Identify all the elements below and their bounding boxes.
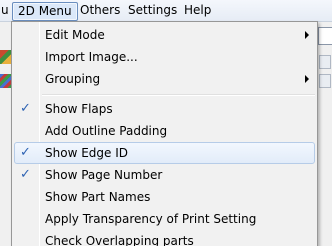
menu-bar: u 2D Menu Others Settings Help xyxy=(0,0,332,22)
paint-tool-icon[interactable] xyxy=(0,50,11,64)
menu-item-edit-mode[interactable]: Edit Mode xyxy=(14,24,315,46)
menu-2d-menu[interactable]: 2D Menu xyxy=(12,2,78,21)
menu-item-add-outline-padding[interactable]: Add Outline Padding xyxy=(14,120,315,142)
submenu-arrow-icon xyxy=(305,31,309,39)
color-swatch-icon[interactable] xyxy=(0,74,11,88)
menu-item-label: Add Outline Padding xyxy=(45,124,168,138)
menu-item-label: Show Page Number xyxy=(45,168,163,182)
menu-item-grouping[interactable]: Grouping xyxy=(14,68,315,90)
left-toolbar xyxy=(0,22,11,246)
menu-item-show-edge-id[interactable]: ✓ Show Edge ID xyxy=(14,142,315,164)
menu-item-show-flaps[interactable]: ✓ Show Flaps xyxy=(14,98,315,120)
menu-item-label: Edit Mode xyxy=(45,28,105,42)
2d-menu-dropdown: Edit Mode Import Image... Grouping ✓ Sho… xyxy=(11,21,318,246)
menu-help[interactable]: Help xyxy=(179,2,216,21)
right-toolbar xyxy=(318,22,332,246)
menu-item-show-part-names[interactable]: Show Part Names xyxy=(14,186,315,208)
menu-item-label: Show Edge ID xyxy=(45,146,128,160)
checkmark-icon: ✓ xyxy=(20,101,31,116)
toolbar-select[interactable] xyxy=(318,27,332,45)
menu-item-label: Grouping xyxy=(45,72,101,86)
menu-item-label: Apply Transparency of Print Setting xyxy=(45,212,257,226)
menu-item-label: Show Part Names xyxy=(45,190,151,204)
menu-settings[interactable]: Settings xyxy=(123,2,182,21)
checkmark-icon: ✓ xyxy=(20,145,31,160)
menu-item-label: Check Overlapping parts xyxy=(45,234,194,246)
toolbar-button[interactable] xyxy=(319,74,331,88)
menu-item-show-page-number[interactable]: ✓ Show Page Number xyxy=(14,164,315,186)
menu-item-label: Show Flaps xyxy=(45,102,113,116)
menu-item-label: Import Image... xyxy=(45,50,138,64)
menu-item-import-image[interactable]: Import Image... xyxy=(14,46,315,68)
menu-item-apply-transparency[interactable]: Apply Transparency of Print Setting xyxy=(14,208,315,230)
submenu-arrow-icon xyxy=(305,75,309,83)
checkmark-icon: ✓ xyxy=(20,167,31,182)
toolbar-button[interactable] xyxy=(319,55,331,69)
menu-separator xyxy=(42,94,315,96)
menu-item-check-overlapping[interactable]: Check Overlapping parts xyxy=(14,230,315,246)
menu-others[interactable]: Others xyxy=(75,2,125,21)
